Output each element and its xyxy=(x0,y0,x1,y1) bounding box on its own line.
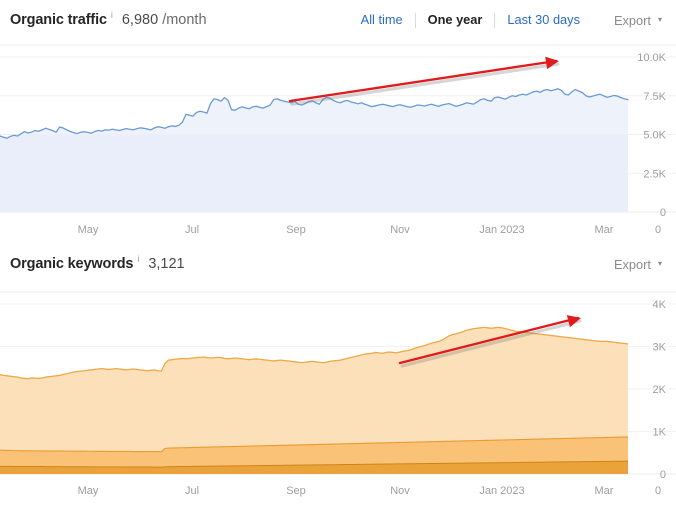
svg-text:0: 0 xyxy=(660,207,666,218)
x-tick-label: Mar xyxy=(594,224,614,236)
organic-keywords-panel: Organic keywords i 3,121 Export ▾ 0 1K 2K 3… xyxy=(0,244,676,505)
organic-traffic-header: Organic traffic i 6,980 /month All time … xyxy=(0,0,676,40)
x-axis-zero-label: 0 xyxy=(654,224,662,236)
y-axis-labels: 0 1K 2K 3K 4K xyxy=(653,299,667,479)
tab-last-30-days[interactable]: Last 30 days xyxy=(495,12,592,28)
organic-traffic-chart-svg: 0 2.5K 5.0K 7.5K 10.0K xyxy=(0,44,676,218)
svg-text:5.0K: 5.0K xyxy=(643,130,666,142)
export-button-keywords[interactable]: Export ▾ xyxy=(614,257,662,272)
svg-text:2.5K: 2.5K xyxy=(643,168,666,180)
x-tick-label: Jan 2023 xyxy=(479,224,525,236)
x-tick-label: Mar xyxy=(594,485,614,497)
organic-traffic-plot: 0 2.5K 5.0K 7.5K 10.0K May Jul Sep Nov Jan 2023 M… xyxy=(0,40,676,244)
organic-keywords-plot: 0 1K 2K 3K 4K May Jul Sep Nov Jan 2023 Mar 0 xyxy=(0,284,676,505)
chevron-down-icon: ▾ xyxy=(657,15,662,24)
stacked-areas xyxy=(0,326,629,474)
export-button-traffic[interactable]: Export ▾ xyxy=(614,13,662,28)
x-axis-labels-traffic: May Jul Sep Nov Jan 2023 Mar 0 xyxy=(0,218,676,244)
organic-keywords-header: Organic keywords i 3,121 Export ▾ xyxy=(0,244,676,284)
svg-text:4K: 4K xyxy=(653,299,667,311)
svg-text:10.0K: 10.0K xyxy=(637,52,666,64)
keywords-title: Organic keywords xyxy=(10,256,134,272)
svg-text:7.5K: 7.5K xyxy=(643,91,666,103)
export-label: Export xyxy=(613,12,651,28)
x-tick-label: Jan 2023 xyxy=(479,485,525,497)
info-icon[interactable]: i xyxy=(137,244,139,264)
metric-unit: /month xyxy=(162,12,207,28)
x-tick-label: Jul xyxy=(184,485,200,497)
chevron-down-icon: ▾ xyxy=(657,259,662,268)
x-axis-zero-label: 0 xyxy=(654,485,662,497)
area-fill xyxy=(0,88,628,212)
x-tick-label: May xyxy=(77,485,99,497)
x-tick-label: May xyxy=(77,224,99,236)
x-tick-label: Nov xyxy=(390,485,410,497)
tab-all-time[interactable]: All time xyxy=(349,12,415,28)
x-tick-label: Jul xyxy=(184,224,200,236)
x-tick-label: Sep xyxy=(286,485,306,497)
tab-one-year[interactable]: One year xyxy=(416,12,495,28)
svg-text:0: 0 xyxy=(660,469,666,479)
export-label: Export xyxy=(613,256,651,272)
metric-value: 3,121 xyxy=(148,256,185,272)
svg-text:1K: 1K xyxy=(653,427,667,439)
metric-value: 6,980 xyxy=(121,12,159,28)
svg-text:2K: 2K xyxy=(653,384,667,396)
x-axis-labels-keywords: May Jul Sep Nov Jan 2023 Mar 0 xyxy=(0,479,676,505)
svg-text:3K: 3K xyxy=(653,342,667,354)
date-range-tabs: All time One year Last 30 days xyxy=(349,12,592,28)
page-title: Organic traffic xyxy=(10,12,107,28)
organic-traffic-panel: Organic traffic i 6,980 /month All time … xyxy=(0,0,676,244)
organic-keywords-metric: 3,121 xyxy=(148,256,184,272)
x-tick-label: Nov xyxy=(390,224,410,236)
x-tick-label: Sep xyxy=(286,224,306,236)
organic-traffic-metric: 6,980 /month xyxy=(122,12,207,28)
info-icon[interactable]: i xyxy=(111,0,113,20)
organic-keywords-chart-svg: 0 1K 2K 3K 4K xyxy=(0,291,676,479)
